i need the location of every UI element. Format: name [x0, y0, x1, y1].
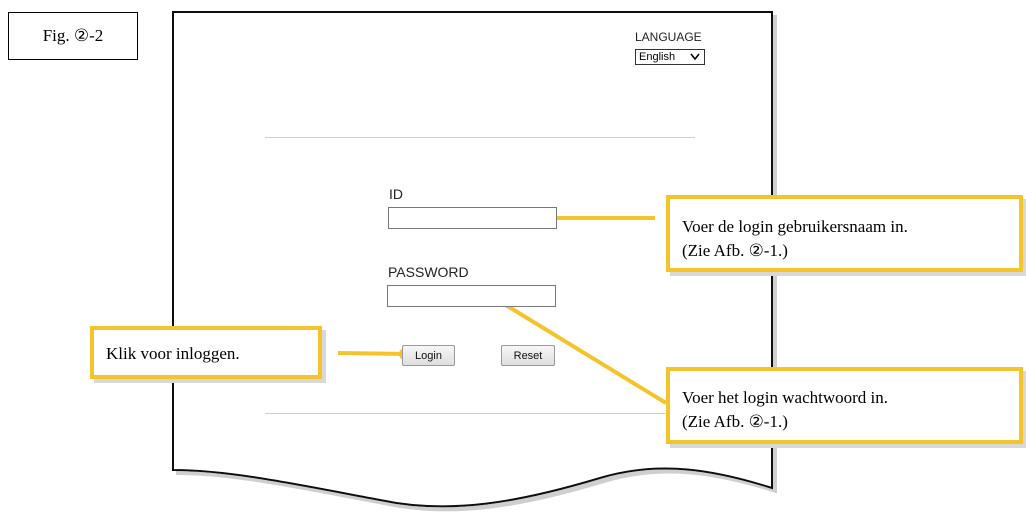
figure-label: Fig. ②-2 — [8, 12, 138, 60]
password-input[interactable] — [387, 285, 556, 307]
password-label: PASSWORD — [388, 264, 469, 280]
callout-id-line2: (Zie Afb. ②-1.) — [682, 241, 788, 260]
top-divider — [265, 137, 695, 138]
reset-button[interactable]: Reset — [501, 345, 555, 366]
connector-login — [337, 351, 406, 356]
language-label: LANGUAGE — [635, 30, 702, 44]
id-input[interactable] — [388, 207, 557, 229]
login-button[interactable]: Login — [402, 345, 455, 366]
language-selected-value: English — [639, 51, 676, 63]
bottom-divider — [265, 413, 695, 414]
language-select[interactable]: English — [635, 49, 705, 65]
callout-login: Klik voor inloggen. — [90, 326, 322, 379]
callout-id-line1: Voer de login gebruikersnaam in. — [682, 217, 908, 236]
id-label: ID — [389, 186, 403, 202]
chevron-down-icon — [689, 50, 701, 67]
callout-password-line2: (Zie Afb. ②-1.) — [682, 412, 788, 431]
callout-password: Voer het login wachtwoord in. (Zie Afb. … — [666, 367, 1023, 444]
callout-login-text: Klik voor inloggen. — [106, 344, 240, 363]
callout-id: Voer de login gebruikersnaam in. (Zie Af… — [666, 195, 1023, 272]
callout-password-line1: Voer het login wachtwoord in. — [682, 388, 889, 407]
